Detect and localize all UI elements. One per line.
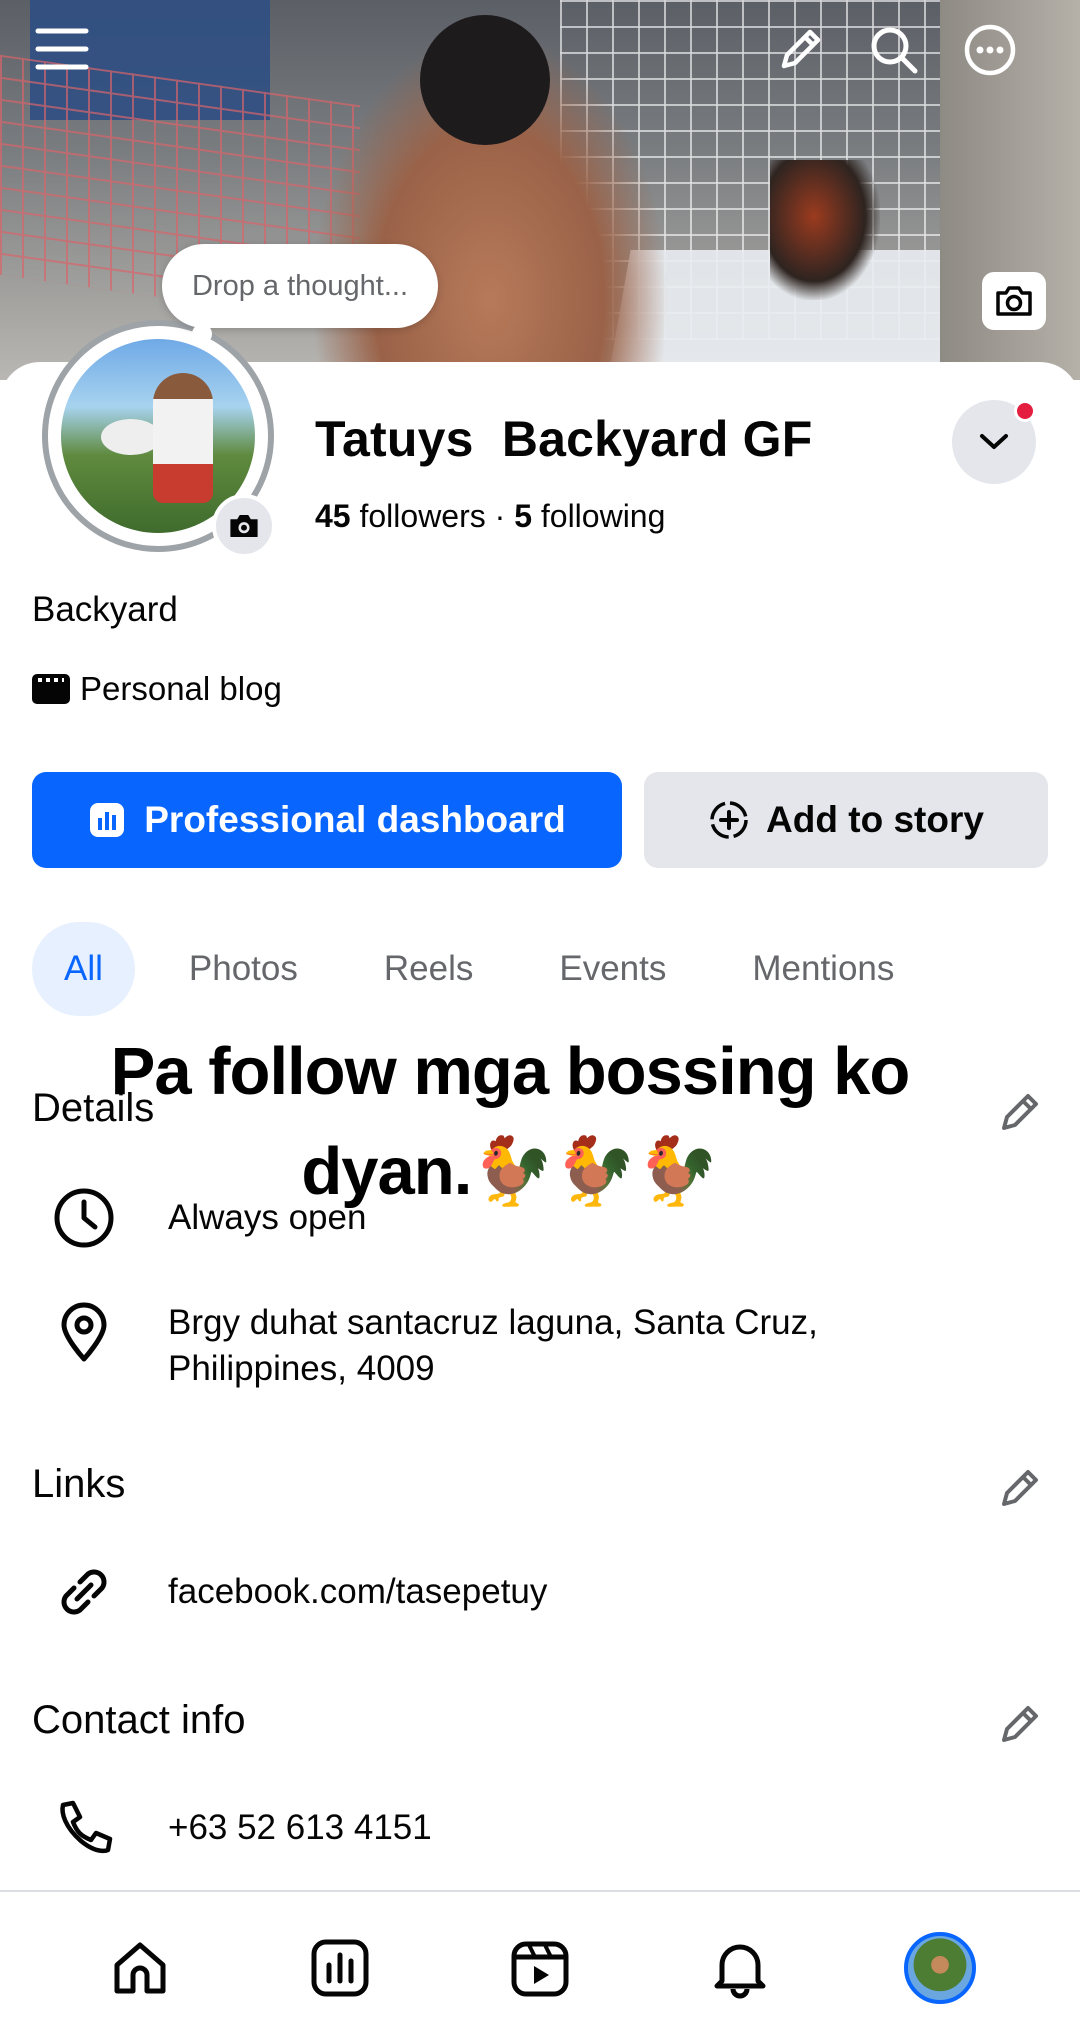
nav-dashboard[interactable] — [290, 1918, 390, 2018]
search-icon[interactable] — [866, 22, 922, 78]
profile-name: Tatuys Backyard GF — [315, 411, 813, 467]
separator: · — [494, 498, 506, 534]
profile-tag-label: Personal blog — [80, 670, 282, 707]
professional-dashboard-button[interactable]: Professional dashboard — [32, 772, 622, 868]
menu-icon[interactable] — [34, 22, 90, 78]
profile-category: Backyard — [32, 590, 178, 629]
tab-all[interactable]: All — [32, 922, 135, 1016]
address-text: Brgy duhat santacruz laguna, Santa Cruz,… — [168, 1303, 818, 1388]
tab-reels[interactable]: Reels — [352, 922, 505, 1016]
profile-tabs: All Photos Reels Events Mentions — [32, 922, 948, 1016]
profile-tag: Personal blog — [32, 670, 282, 708]
chevron-down-icon — [980, 434, 1008, 449]
link-text[interactable]: facebook.com/tasepetuy — [168, 1569, 998, 1615]
follow-stats[interactable]: 45 followers · 5 following — [315, 498, 665, 535]
clapperboard-icon — [32, 674, 70, 704]
nav-profile[interactable] — [890, 1918, 990, 2018]
reels-icon — [511, 1941, 569, 1997]
nav-notifications[interactable] — [690, 1918, 790, 2018]
tab-events[interactable]: Events — [527, 922, 698, 1016]
add-story-icon — [710, 801, 748, 839]
following-label: following — [540, 498, 666, 534]
story-label: Add to story — [766, 799, 984, 840]
location-pin-icon — [52, 1300, 116, 1364]
phone-row[interactable]: +63 52 613 4151 — [52, 1796, 998, 1860]
phone-icon — [52, 1796, 116, 1860]
pencil-icon[interactable] — [772, 22, 828, 78]
dashboard-label: Professional dashboard — [144, 799, 566, 840]
cover-camera-button[interactable] — [982, 272, 1046, 330]
tab-photos[interactable]: Photos — [157, 922, 330, 1016]
followers-label: followers — [359, 498, 486, 534]
followers-count: 45 — [315, 498, 351, 534]
tab-mentions[interactable]: Mentions — [720, 922, 926, 1016]
add-to-story-button[interactable]: Add to story — [644, 772, 1048, 868]
edit-details-icon[interactable] — [996, 1086, 1046, 1136]
bottom-navigation — [0, 1890, 1080, 2044]
dashboard-icon — [311, 1939, 369, 1997]
edit-contact-icon[interactable] — [996, 1698, 1046, 1748]
link-icon — [52, 1560, 116, 1624]
more-icon[interactable] — [962, 22, 1018, 78]
avatar-camera-button[interactable] — [212, 494, 276, 558]
links-title: Links — [32, 1462, 126, 1506]
bell-icon — [714, 1944, 766, 1999]
nav-home[interactable] — [90, 1918, 190, 2018]
thought-bubble[interactable]: Drop a thought... — [162, 244, 438, 344]
nav-reels[interactable] — [490, 1918, 590, 2018]
contact-title: Contact info — [32, 1698, 246, 1742]
dashboard-icon — [90, 803, 125, 837]
edit-links-icon[interactable] — [996, 1462, 1046, 1512]
following-count: 5 — [514, 498, 532, 534]
address-row[interactable]: Brgy duhat santacruz laguna, Santa Cruz,… — [52, 1300, 998, 1392]
home-icon — [114, 1942, 166, 1994]
phone-text[interactable]: +63 52 613 4151 — [168, 1805, 998, 1851]
overlay-caption: Pa follow mga bossing ko dyan.🐓🐓🐓 — [110, 1034, 911, 1209]
profile-avatar — [904, 1932, 976, 2004]
notification-dot — [1014, 400, 1036, 422]
link-row[interactable]: facebook.com/tasepetuy — [52, 1560, 998, 1624]
